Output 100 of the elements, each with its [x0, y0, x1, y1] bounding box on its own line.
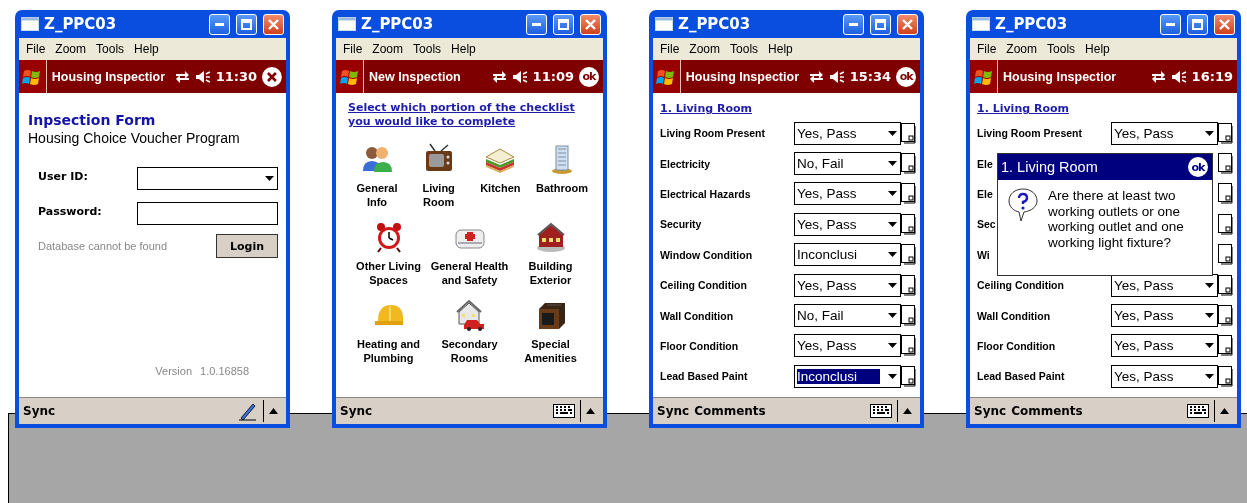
menu-item[interactable]: File [338, 42, 368, 56]
close-circle-icon[interactable] [262, 66, 282, 87]
speaker-icon[interactable] [828, 69, 845, 84]
softkey[interactable]: Sync [23, 404, 56, 418]
dropdown[interactable]: Inconclusi [794, 243, 901, 267]
up-arrow-icon[interactable] [1220, 408, 1229, 414]
arrows-icon[interactable] [175, 70, 190, 83]
note-icon[interactable] [1218, 122, 1234, 144]
note-icon[interactable] [1218, 213, 1234, 235]
section-link[interactable]: 1. Living Room [660, 102, 752, 118]
keyboard-icon[interactable] [870, 404, 892, 418]
menu-item[interactable]: Help [446, 42, 481, 56]
ok-button[interactable]: ok [579, 66, 599, 87]
keyboard-icon[interactable] [1187, 404, 1209, 418]
flag-icon[interactable] [973, 67, 994, 86]
note-icon[interactable] [901, 274, 917, 296]
maximize-button[interactable] [236, 13, 257, 35]
note-icon[interactable] [1218, 274, 1234, 296]
up-arrow-icon[interactable] [269, 408, 278, 414]
ok-button[interactable]: ok [896, 66, 916, 87]
arrows-icon[interactable] [1150, 70, 1166, 83]
minimize-button[interactable] [843, 13, 864, 35]
note-icon[interactable] [1218, 244, 1234, 266]
dropdown[interactable]: Yes, Pass [1111, 121, 1218, 145]
note-icon[interactable] [901, 153, 917, 175]
instruction-link[interactable]: Select which portion of the checklist you would like to complete [348, 101, 591, 129]
note-icon[interactable] [901, 183, 917, 205]
dropdown[interactable]: Yes, Pass [794, 121, 901, 145]
category-button[interactable]: General Info [348, 143, 406, 209]
category-button[interactable]: Other Living Spaces [348, 221, 429, 287]
flag-icon[interactable] [656, 67, 677, 86]
category-button[interactable]: Kitchen [471, 143, 530, 209]
category-button[interactable]: Building Exterior [510, 221, 591, 287]
section-link[interactable]: 1. Living Room [977, 102, 1069, 118]
menu-item[interactable]: Tools [91, 42, 130, 56]
menu-item[interactable]: Help [1080, 42, 1115, 56]
menu-item[interactable]: Tools [408, 42, 447, 56]
dropdown[interactable]: Yes, Pass [1111, 364, 1218, 388]
maximize-button[interactable] [870, 13, 891, 35]
note-icon[interactable] [901, 213, 917, 235]
close-button[interactable] [580, 13, 601, 35]
softkey[interactable]: Sync [974, 404, 1007, 418]
speaker-icon[interactable] [511, 69, 528, 84]
note-icon[interactable] [901, 122, 917, 144]
menu-item[interactable]: Tools [1042, 42, 1081, 56]
close-button[interactable] [897, 13, 918, 35]
speaker-icon[interactable] [1170, 69, 1187, 84]
dropdown[interactable]: No, Fail [794, 304, 901, 328]
note-icon[interactable] [1218, 153, 1234, 175]
note-icon[interactable] [901, 244, 917, 266]
menu-item[interactable]: Help [129, 42, 164, 56]
softkey[interactable]: Comments [1011, 404, 1083, 418]
menu-item[interactable]: Zoom [50, 42, 92, 56]
password-field[interactable] [137, 202, 278, 225]
dropdown[interactable]: Inconclusi [794, 364, 901, 388]
category-button[interactable]: Secondary Rooms [429, 299, 510, 365]
up-arrow-icon[interactable] [586, 408, 595, 414]
flag-icon[interactable] [22, 67, 43, 86]
minimize-button[interactable] [526, 13, 547, 35]
dropdown[interactable]: Yes, Pass [1111, 304, 1218, 328]
up-arrow-icon[interactable] [903, 408, 912, 414]
menu-item[interactable]: File [21, 42, 51, 56]
maximize-button[interactable] [1187, 13, 1208, 35]
keyboard-icon[interactable] [553, 404, 575, 418]
dropdown[interactable]: No, Fail [794, 152, 901, 176]
arrows-icon[interactable] [491, 70, 507, 83]
close-button[interactable] [1214, 13, 1235, 35]
note-icon[interactable] [1218, 183, 1234, 205]
category-button[interactable]: General Health and Safety [429, 221, 510, 287]
dropdown[interactable]: Yes, Pass [794, 212, 901, 236]
login-button[interactable]: Login [216, 234, 278, 258]
dropdown[interactable]: Yes, Pass [1111, 334, 1218, 358]
arrows-icon[interactable] [809, 70, 824, 83]
minimize-button[interactable] [1160, 13, 1181, 35]
softkey[interactable]: Sync [657, 404, 690, 418]
menu-item[interactable]: Zoom [1001, 42, 1043, 56]
menu-item[interactable]: Help [763, 42, 798, 56]
pen-icon[interactable] [238, 401, 258, 421]
dropdown[interactable]: Yes, Pass [794, 182, 901, 206]
flag-icon[interactable] [339, 67, 360, 86]
note-icon[interactable] [1218, 305, 1234, 327]
note-icon[interactable] [901, 335, 917, 357]
dropdown[interactable]: Yes, Pass [794, 273, 901, 297]
user-id-dropdown[interactable] [137, 167, 278, 190]
note-icon[interactable] [1218, 335, 1234, 357]
softkey[interactable]: Comments [694, 404, 766, 418]
close-button[interactable] [263, 13, 284, 35]
minimize-button[interactable] [209, 13, 230, 35]
menu-item[interactable]: Tools [725, 42, 764, 56]
ok-button[interactable]: ok [1188, 157, 1208, 177]
category-button[interactable]: Living Room [409, 143, 468, 209]
category-button[interactable]: Bathroom [532, 143, 591, 209]
menu-item[interactable]: Zoom [367, 42, 409, 56]
note-icon[interactable] [1218, 365, 1234, 387]
menu-item[interactable]: File [655, 42, 685, 56]
maximize-button[interactable] [553, 13, 574, 35]
menu-item[interactable]: File [972, 42, 1002, 56]
menu-item[interactable]: Zoom [684, 42, 726, 56]
note-icon[interactable] [901, 365, 917, 387]
softkey[interactable]: Sync [340, 404, 373, 418]
